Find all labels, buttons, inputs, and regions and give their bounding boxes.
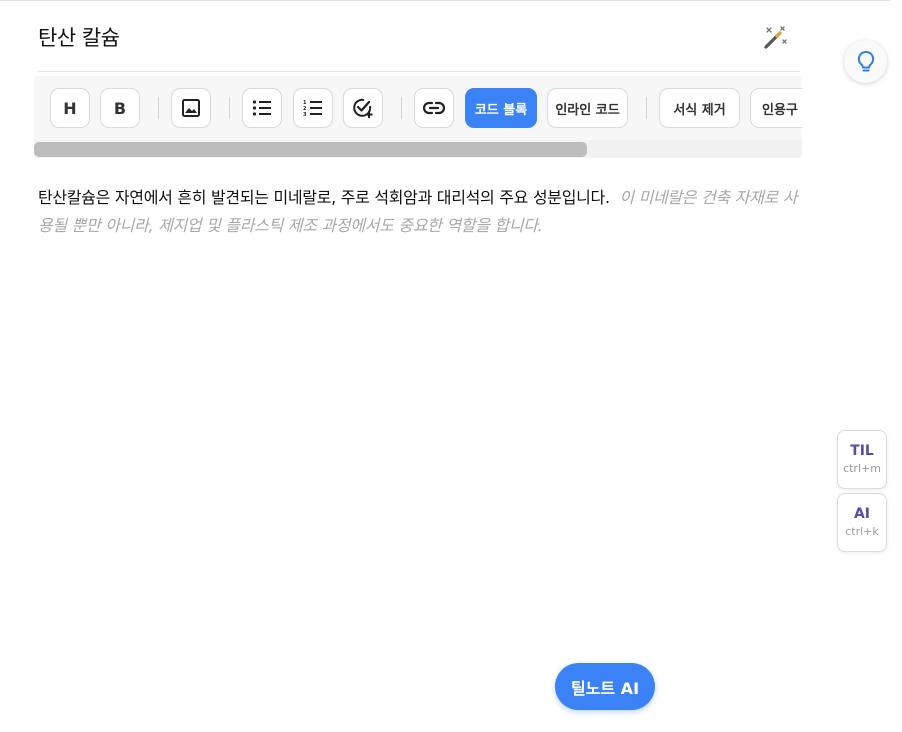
lightbulb-button[interactable]	[844, 40, 887, 83]
numbered-list-button[interactable]: 1 2 3	[293, 88, 333, 128]
title-divider	[38, 71, 800, 72]
ai-label: AI	[853, 506, 871, 522]
heading-button[interactable]: H	[50, 88, 90, 128]
bold-button[interactable]: B	[100, 88, 140, 128]
toolbar-scrollbar[interactable]	[34, 140, 802, 158]
clear-format-button[interactable]: 서식 제거	[659, 88, 740, 128]
toolbar-separator	[229, 97, 230, 119]
link-icon	[423, 101, 445, 115]
page-title[interactable]: 탄산 칼슘	[38, 22, 120, 52]
toolbar-separator	[401, 97, 402, 119]
magic-wand-icon	[764, 26, 787, 49]
numbered-list-icon: 1 2 3	[303, 100, 322, 117]
toolbar-separator	[158, 97, 159, 119]
tilnote-ai-button[interactable]: 틸노트 AI	[555, 663, 655, 710]
top-divider	[0, 0, 890, 1]
link-button[interactable]	[414, 88, 454, 128]
formatting-toolbar: H B 1 2 3 코드 블록 인라인 코드 서식 제거 인용구	[34, 76, 802, 158]
checklist-button[interactable]	[343, 88, 383, 128]
bullet-list-button[interactable]	[242, 88, 282, 128]
ai-shortcut-button[interactable]: AI ctrl+k	[837, 493, 887, 552]
lightbulb-icon	[857, 50, 874, 71]
check-add-icon	[353, 98, 373, 118]
til-shortcut-hint: ctrl+m	[843, 462, 881, 475]
editor-content[interactable]: 탄산칼슘은 자연에서 흔히 발견되는 미네랄로, 주로 석회암과 대리석의 주요…	[38, 184, 808, 240]
svg-text:3: 3	[303, 112, 307, 117]
scrollbar-thumb[interactable]	[34, 142, 587, 157]
toolbar-separator	[646, 97, 647, 119]
quote-button[interactable]: 인용구	[750, 88, 802, 128]
toolbar-buttons: H B 1 2 3 코드 블록 인라인 코드 서식 제거 인용구	[34, 88, 802, 128]
body-text: 탄산칼슘은 자연에서 흔히 발견되는 미네랄로, 주로 석회암과 대리석의 주요…	[38, 188, 610, 207]
bullet-list-icon	[252, 100, 271, 116]
code-block-button[interactable]: 코드 블록	[465, 88, 537, 128]
image-button[interactable]	[171, 88, 211, 128]
til-shortcut-button[interactable]: TIL ctrl+m	[837, 430, 887, 489]
image-icon	[182, 99, 200, 117]
magic-wand-button[interactable]	[760, 24, 790, 52]
ai-shortcut-hint: ctrl+k	[845, 525, 879, 538]
inline-code-button[interactable]: 인라인 코드	[547, 88, 628, 128]
til-label: TIL	[850, 443, 874, 459]
